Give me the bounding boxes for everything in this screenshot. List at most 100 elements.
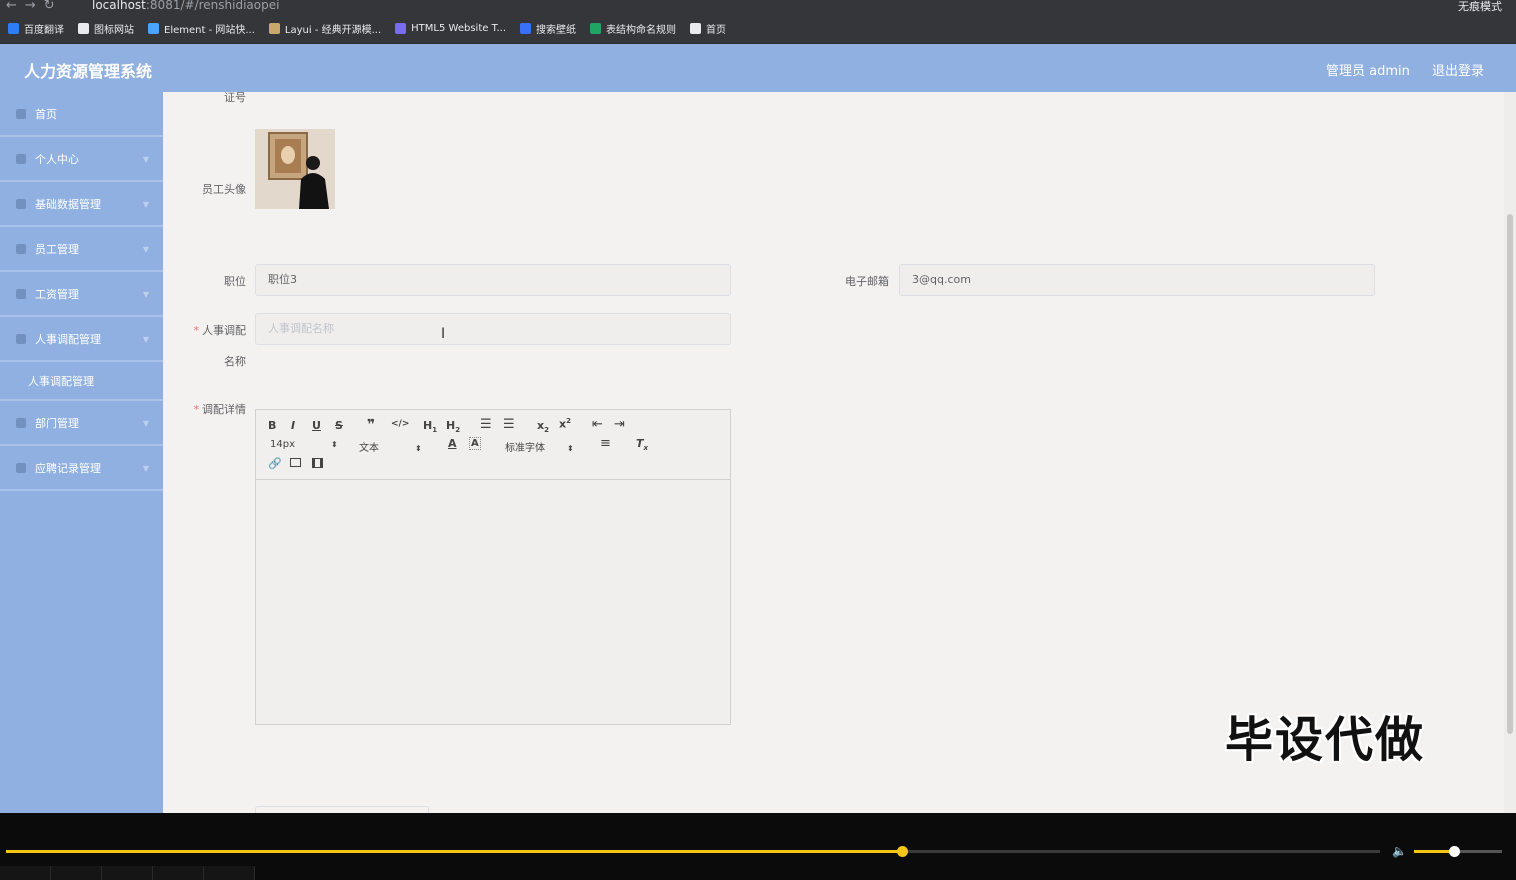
email-input[interactable]: 3@qq.com	[899, 264, 1375, 296]
sidebar-item[interactable]: 首页	[0, 92, 163, 137]
volume-knob[interactable]	[1448, 846, 1460, 857]
player-tab[interactable]	[204, 866, 255, 880]
select-caret-icon: ⬍	[567, 444, 574, 453]
bookmark-label: 表结构命名规则	[606, 25, 677, 36]
sidebar-item-label: 个人中心	[35, 152, 79, 166]
page-scrollbar[interactable]	[1504, 92, 1516, 813]
indent-icon[interactable]: ⇥	[614, 417, 625, 432]
record-icon	[16, 462, 26, 473]
bookmark-label: Layui - 经典开源模...	[284, 25, 382, 36]
sidebar-item[interactable]: 基础数据管理 ▼	[0, 182, 163, 227]
volume-icon[interactable]: 🔈	[1392, 844, 1407, 858]
bullet-list-icon[interactable]: ☰	[503, 417, 515, 432]
incognito-label: 无痕模式	[1458, 0, 1502, 13]
font-family-value: 标准字体	[505, 443, 545, 454]
bookmark-favicon-icon	[148, 23, 159, 34]
position-input[interactable]: 职位3	[255, 264, 731, 296]
progress-knob[interactable]	[896, 846, 908, 857]
bookmark-item[interactable]: 搜索壁纸	[520, 21, 576, 36]
chevron-down-icon: ▼	[142, 155, 149, 164]
background-color-icon[interactable]: A	[469, 437, 481, 450]
video-icon[interactable]	[312, 458, 323, 468]
bookmark-favicon-icon	[395, 23, 407, 34]
italic-icon[interactable]: I	[291, 419, 295, 432]
app-window: 人力资源管理系统 管理员 admin 退出登录 首页 个人中心 ▼ 基础数据管理 ▼ 员工…	[0, 44, 1516, 813]
underline-icon[interactable]: U	[312, 419, 321, 432]
text-cursor-icon: I	[441, 326, 446, 342]
chevron-down-icon: ▼	[142, 200, 149, 209]
bookmark-item[interactable]: 表结构命名规则	[590, 21, 676, 36]
chevron-down-icon: ▼	[142, 419, 149, 428]
url-path: :8081/#/renshidiaopei	[145, 0, 280, 12]
admin-user-label[interactable]: 管理员 admin	[1326, 64, 1410, 79]
header-actions: 管理员 admin 退出登录	[1308, 60, 1484, 79]
transfer-name-label-line2: 名称	[224, 355, 246, 368]
font-family-select[interactable]: 标准字体 ⬍	[505, 439, 574, 454]
logout-button[interactable]: 退出登录	[1432, 64, 1484, 79]
url-text[interactable]: localhost:8081/#/renshidiaopei	[92, 0, 279, 12]
browser-nav-icons[interactable]: ←→↻	[6, 0, 63, 13]
code-block-icon[interactable]: </>	[391, 419, 409, 429]
bookmark-label: 图标网站	[94, 25, 134, 36]
salary-icon	[16, 288, 26, 299]
bookmark-item[interactable]: HTML5 Website T...	[395, 23, 506, 34]
sidebar-item[interactable]: 个人中心 ▼	[0, 137, 163, 182]
image-icon[interactable]	[290, 458, 301, 467]
progress-fill	[6, 850, 902, 853]
bookmarks-bar: 百度翻译 图标网站 Element - 网站快... Layui - 经典开源模...…	[0, 14, 1516, 44]
bookmark-item[interactable]: 图标网站	[78, 21, 134, 36]
sidebar-item[interactable]: 员工管理 ▼	[0, 227, 163, 272]
sidebar-item[interactable]: 部门管理 ▼	[0, 401, 163, 446]
sidebar-item[interactable]: 应聘记录管理 ▼	[0, 446, 163, 491]
editor-body[interactable]	[256, 480, 730, 724]
font-size-select[interactable]: 14px ⬍	[270, 439, 338, 450]
required-mark: *	[193, 324, 200, 337]
player-tabs	[0, 866, 255, 880]
transfer-name-label: * 人事调配	[183, 322, 247, 338]
sidebar-item[interactable]: 工资管理 ▼	[0, 272, 163, 317]
transfer-name-input[interactable]: 人事调配名称	[255, 313, 731, 345]
position-label: 职位	[224, 275, 246, 288]
bookmark-item[interactable]: 百度翻译	[8, 21, 64, 36]
chevron-down-icon: ▼	[142, 464, 149, 473]
player-tab[interactable]	[51, 866, 102, 880]
id-number-label-tail: 证号	[224, 91, 246, 104]
bold-icon[interactable]: B	[268, 419, 276, 432]
database-icon	[16, 198, 26, 209]
chevron-down-icon: ▼	[142, 335, 149, 344]
font-color-icon[interactable]: A	[448, 437, 457, 450]
font-size-value: 14px	[270, 439, 295, 450]
sidebar-item[interactable]: 人事调配管理 ▼	[0, 317, 163, 362]
bookmark-item[interactable]: Element - 网站快...	[148, 21, 255, 36]
bookmark-item[interactable]: 首页	[690, 21, 726, 36]
align-icon[interactable]: ≡	[600, 436, 611, 451]
progress-track[interactable]	[6, 850, 1380, 853]
watermark-text: 毕设代做	[1225, 712, 1426, 768]
bookmark-label: 百度翻译	[24, 25, 64, 36]
email-label: 电子邮箱	[845, 275, 889, 288]
player-tab[interactable]	[102, 866, 153, 880]
header2-icon[interactable]: H2	[446, 419, 460, 434]
ordered-list-icon[interactable]: ☰	[480, 417, 492, 432]
partial-button[interactable]	[255, 806, 429, 813]
player-tab[interactable]	[153, 866, 204, 880]
clear-format-icon[interactable]: Tx	[636, 437, 648, 452]
player-tab[interactable]	[0, 866, 51, 880]
header-select[interactable]: 文本 ⬍	[359, 439, 422, 454]
employee-avatar-image[interactable]	[255, 129, 335, 209]
bookmark-item[interactable]: Layui - 经典开源模...	[268, 21, 382, 36]
bookmark-label: 搜索壁纸	[536, 25, 577, 36]
sidebar-subitem-transfer[interactable]: 人事调配管理	[0, 362, 163, 401]
subscript-icon[interactable]: x2	[537, 419, 549, 434]
browser-address-bar: ←→↻ localhost:8081/#/renshidiaopei 无痕模式	[0, 0, 1516, 14]
blockquote-icon[interactable]: ❞	[367, 417, 375, 433]
staff-icon	[16, 243, 26, 254]
bookmark-favicon-icon	[690, 23, 702, 34]
header1-icon[interactable]: H1	[423, 419, 437, 434]
link-icon[interactable]: 🔗	[268, 457, 282, 470]
scrollbar-thumb[interactable]	[1507, 214, 1513, 734]
avatar-label: 员工头像	[202, 183, 246, 196]
outdent-icon[interactable]: ⇤	[592, 417, 603, 432]
strike-icon[interactable]: S	[335, 419, 343, 432]
superscript-icon[interactable]: x2	[559, 417, 571, 431]
